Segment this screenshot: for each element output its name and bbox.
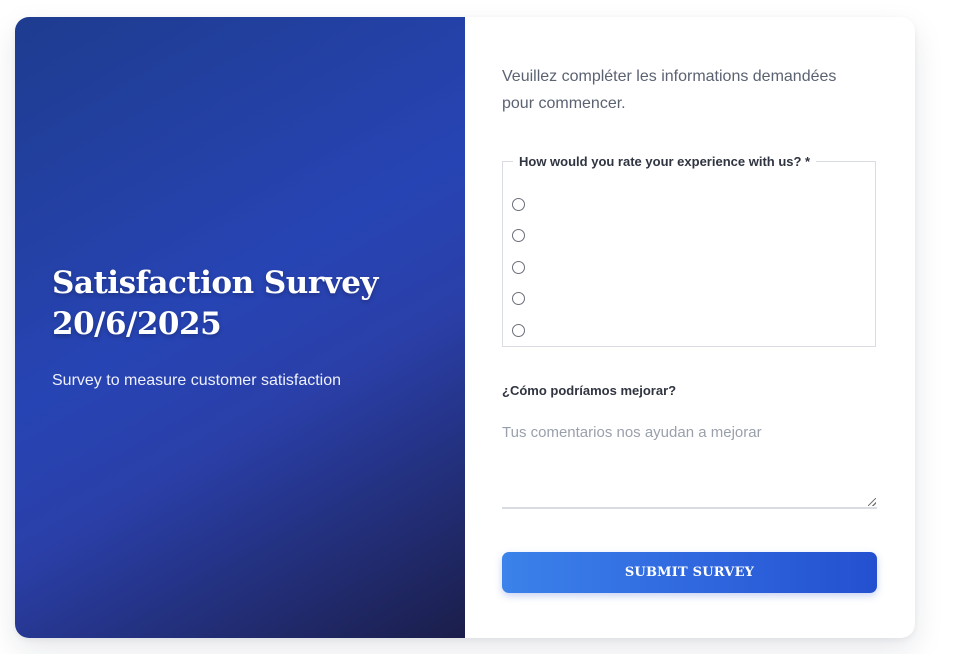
rating-question-label: How would you rate your experience with … <box>519 154 811 169</box>
form-intro-text: Veuillez compléter les informations dema… <box>502 68 837 112</box>
resize-grip-icon[interactable] <box>868 498 876 506</box>
comments-textarea[interactable]: Tus comentarios nos ayudan a mejorar <box>502 419 877 509</box>
rating-option-3-radio[interactable] <box>512 261 525 274</box>
rating-option-1-radio[interactable] <box>512 198 525 211</box>
form-panel: Veuillez compléter les informations dema… <box>465 17 915 638</box>
rating-option-2-radio[interactable] <box>512 229 525 242</box>
survey-subtitle: Survey to measure customer satisfaction <box>52 372 342 389</box>
improve-question-label: ¿Cómo podríamos mejorar? <box>502 383 677 398</box>
rating-option-4-radio[interactable] <box>512 292 525 305</box>
submit-survey-button[interactable]: SUBMIT SURVEY <box>502 552 877 593</box>
survey-card: Satisfaction Survey 20/6/2025 Survey to … <box>15 17 915 638</box>
hero-panel: Satisfaction Survey 20/6/2025 Survey to … <box>15 17 465 638</box>
survey-title: Satisfaction Survey 20/6/2025 <box>52 265 378 342</box>
rating-fieldset: How would you rate your experience with … <box>502 154 876 347</box>
comments-placeholder: Tus comentarios nos ayudan a mejorar <box>502 424 762 441</box>
rating-option-5-radio[interactable] <box>512 324 525 337</box>
